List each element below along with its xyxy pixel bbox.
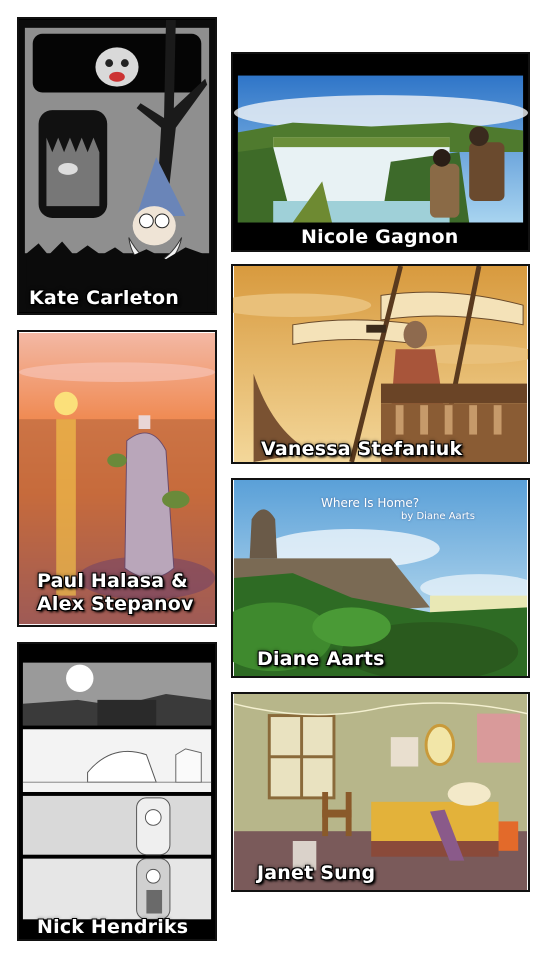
caption-janet-sung: Janet Sung [257, 862, 376, 884]
panel-nicole-gagnon: Nicole Gagnon [231, 52, 530, 252]
caption-diane-aarts: Diane Aarts [257, 648, 385, 670]
gnome-comic-illustration [19, 19, 215, 313]
panel-kate-carleton: Kate Carleton [17, 17, 217, 315]
caption-nicole-gagnon: Nicole Gagnon [301, 226, 459, 248]
bedroom-illustration [233, 694, 528, 890]
caption-kate-carleton: Kate Carleton [29, 287, 179, 309]
panel-diane-aarts: Where Is Home? by Diane Aarts Diane Aart… [231, 478, 530, 678]
caption-line-alex-stepanov: Alex Stepanov [37, 593, 194, 615]
caption-paul-halasa-alex-stepanov: Paul Halasa & Alex Stepanov [37, 570, 194, 616]
panel-paul-halasa-alex-stepanov: Paul Halasa & Alex Stepanov [17, 330, 217, 627]
caption-line-paul-halasa: Paul Halasa & [37, 570, 188, 592]
waterfall-illustration [233, 54, 528, 250]
panel-nick-hendriks: Nick Hendriks [17, 642, 217, 941]
panel-janet-sung: Janet Sung [231, 692, 530, 892]
panel-vanessa-stefaniuk: Vanessa Stefaniuk [231, 264, 530, 464]
caption-nick-hendriks: Nick Hendriks [37, 916, 189, 938]
ship-illustration [233, 266, 528, 462]
title-where-is-home: Where Is Home? [321, 496, 420, 510]
caption-vanessa-stefaniuk: Vanessa Stefaniuk [261, 438, 463, 460]
storyboard-illustration [19, 644, 215, 939]
title-by-diane-aarts: by Diane Aarts [401, 511, 475, 522]
